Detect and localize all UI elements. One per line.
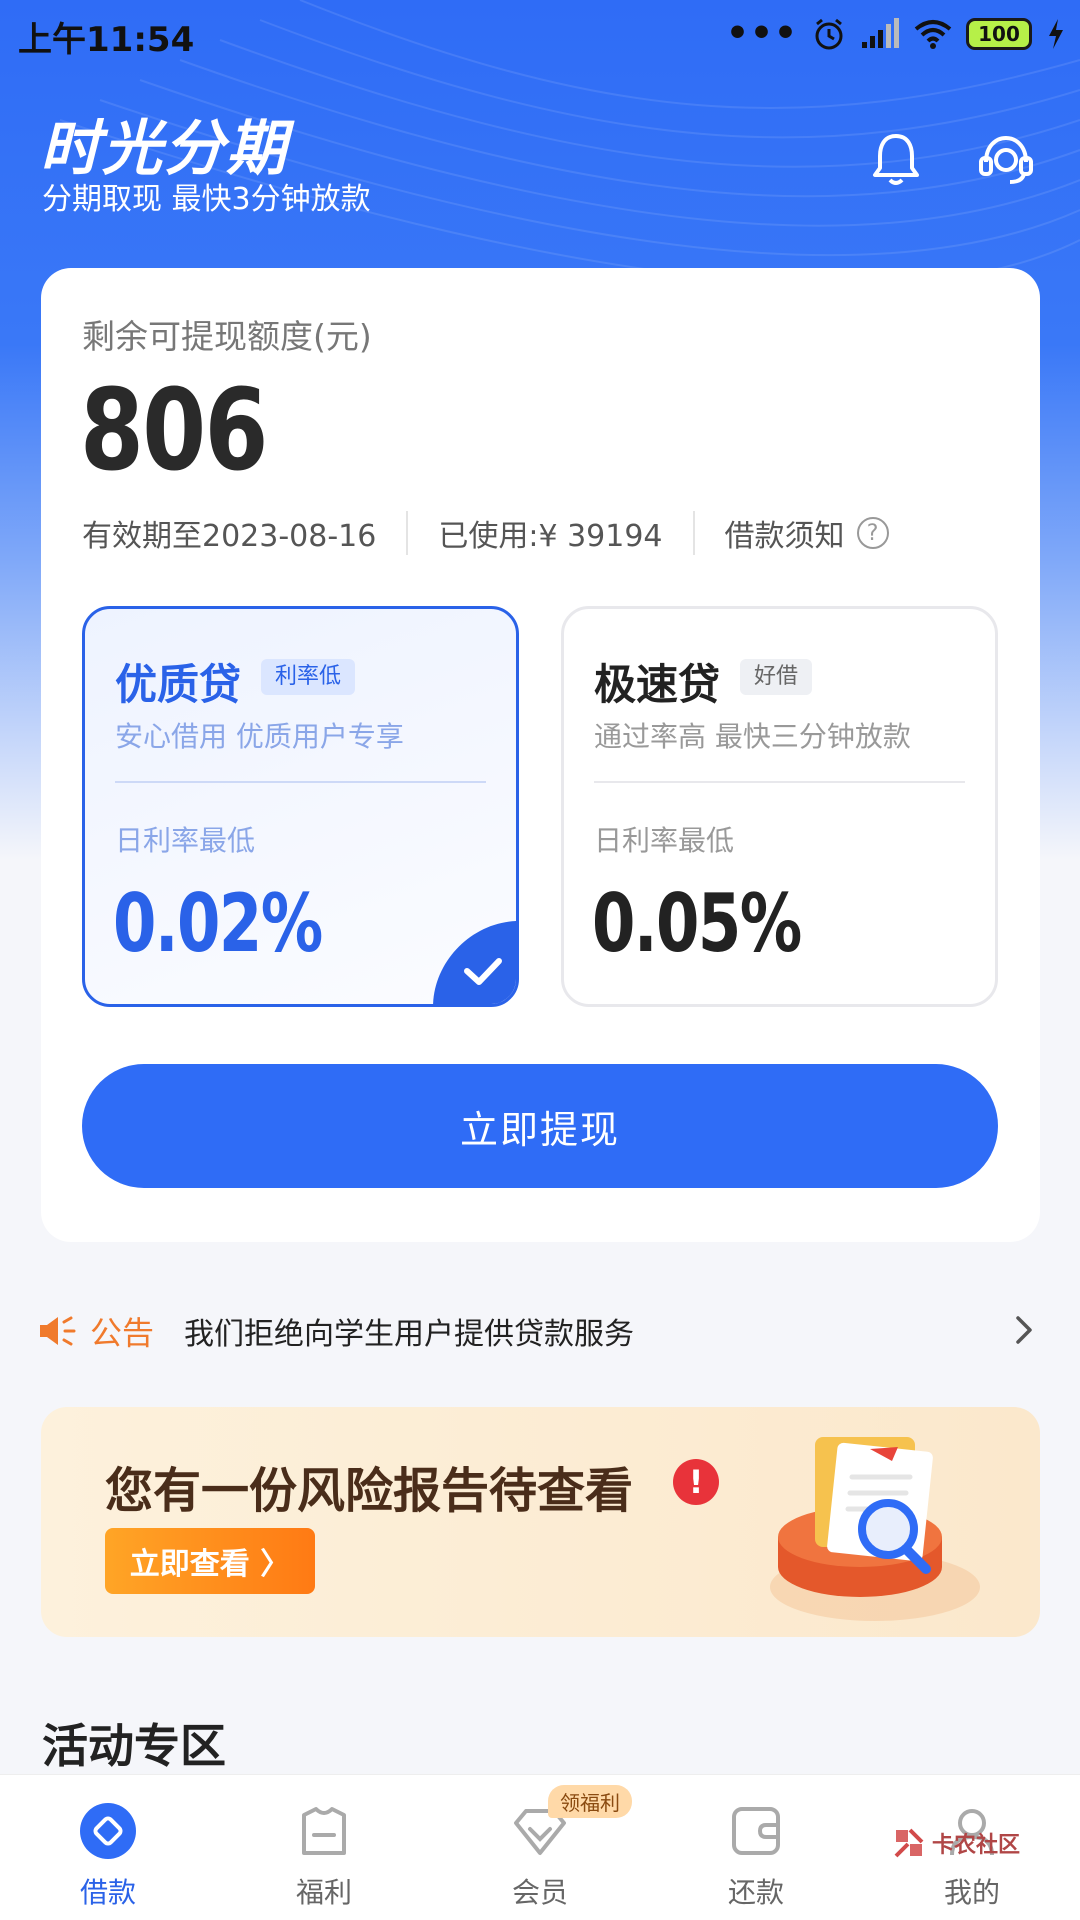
watermark-text: 卡农社区 xyxy=(931,1833,1020,1858)
loan-option-tag: 好借 xyxy=(740,659,813,695)
megaphone-icon xyxy=(40,1316,76,1346)
gift-icon xyxy=(302,1807,346,1855)
loan-option-rate-label: 日利率最低 xyxy=(115,824,256,857)
tab-label: 我的 xyxy=(943,1876,1000,1909)
withdraw-now-button[interactable]: 立即提现 xyxy=(82,1064,998,1188)
tab-label: 会员 xyxy=(511,1876,568,1909)
tab-label: 还款 xyxy=(727,1876,784,1909)
tab-repayment[interactable]: 还款 xyxy=(648,1775,864,1920)
more-dots-icon: ••• xyxy=(725,13,798,54)
quota-amount: 806 xyxy=(80,366,268,496)
tab-label: 福利 xyxy=(295,1876,352,1909)
loan-option-desc: 安心借用 优质用户专享 xyxy=(115,720,404,753)
tab-label: 借款 xyxy=(79,1876,136,1909)
risk-report-banner[interactable]: 您有一份风险报告待查看 ! 立即查看 〉 xyxy=(41,1407,1040,1637)
activity-section-title: 活动专区 xyxy=(42,1719,226,1773)
status-time: 上午11:54 xyxy=(18,20,195,60)
wifi-icon xyxy=(914,20,952,49)
loan-option-rate-label: 日利率最低 xyxy=(594,824,735,857)
loan-option-divider xyxy=(594,781,965,783)
loan-option-desc: 通过率高 最快三分钟放款 xyxy=(594,720,911,753)
wallet-icon xyxy=(732,1807,780,1855)
customer-service-icon[interactable] xyxy=(976,130,1036,190)
loan-icon xyxy=(80,1803,136,1859)
announcement-label: 公告 xyxy=(90,1314,155,1352)
chevron-right-icon xyxy=(1016,1316,1032,1344)
announcement-text: 我们拒绝向学生用户提供贷款服务 xyxy=(184,1317,635,1352)
announcement-bar[interactable]: 公告 我们拒绝向学生用户提供贷款服务 xyxy=(38,1304,1042,1358)
app-subtitle: 分期取现 最快3分钟放款 xyxy=(42,182,371,217)
loan-option-name: 优质贷 xyxy=(115,660,242,709)
loan-option-tag: 利率低 xyxy=(261,659,356,695)
tab-welfare[interactable]: 福利 xyxy=(216,1775,432,1920)
selected-check-icon xyxy=(433,921,516,1004)
loan-option-name: 极速贷 xyxy=(594,660,721,709)
status-icons: ••• 100 xyxy=(726,14,1066,54)
charging-icon xyxy=(1049,19,1063,49)
quota-meta-row: 有效期至2023-08-16 已使用:¥ 39194 借款须知 ? xyxy=(82,508,1002,558)
loan-option-rate: 0.05% xyxy=(592,877,802,970)
quota-label: 剩余可提现额度(元) xyxy=(82,317,372,356)
loan-option-rate: 0.02% xyxy=(113,877,323,970)
loan-option-divider xyxy=(115,781,486,783)
battery-icon: 100 xyxy=(966,18,1032,50)
notification-bell-icon[interactable] xyxy=(866,130,926,190)
meta-divider xyxy=(692,511,695,555)
tab-member[interactable]: 会员 领福利 xyxy=(432,1775,648,1920)
signal-icon xyxy=(862,18,899,48)
tab-loan[interactable]: 借款 xyxy=(0,1775,216,1920)
help-icon[interactable]: ? xyxy=(856,517,889,549)
status-bar: 上午11:54 ••• 100 xyxy=(0,0,1080,66)
loan-option-express[interactable]: 极速贷 好借 通过率高 最快三分钟放款 日利率最低 0.05% xyxy=(561,606,998,1007)
alarm-icon xyxy=(815,18,843,50)
warning-icon: ! xyxy=(673,1459,719,1505)
community-watermark: 卡农社区 xyxy=(892,1826,1020,1860)
credit-card-panel: 剩余可提现额度(元) 806 有效期至2023-08-16 已使用:¥ 3919… xyxy=(41,268,1040,1242)
report-magnifier-illustration xyxy=(770,1437,980,1621)
meta-divider xyxy=(406,511,409,555)
valid-until-text: 有效期至2023-08-16 xyxy=(82,519,377,554)
used-amount-text: 已使用:¥ 39194 xyxy=(438,519,663,554)
member-welfare-badge: 领福利 xyxy=(548,1785,632,1818)
watermark-logo-icon xyxy=(894,1828,924,1858)
loan-notice-link[interactable]: 借款须知 xyxy=(725,511,845,555)
view-report-button[interactable]: 立即查看 〉 xyxy=(105,1528,315,1594)
risk-report-title: 您有一份风险报告待查看 xyxy=(105,1463,634,1519)
loan-option-premium[interactable]: 优质贷 利率低 安心借用 优质用户专享 日利率最低 0.02% xyxy=(82,606,519,1007)
